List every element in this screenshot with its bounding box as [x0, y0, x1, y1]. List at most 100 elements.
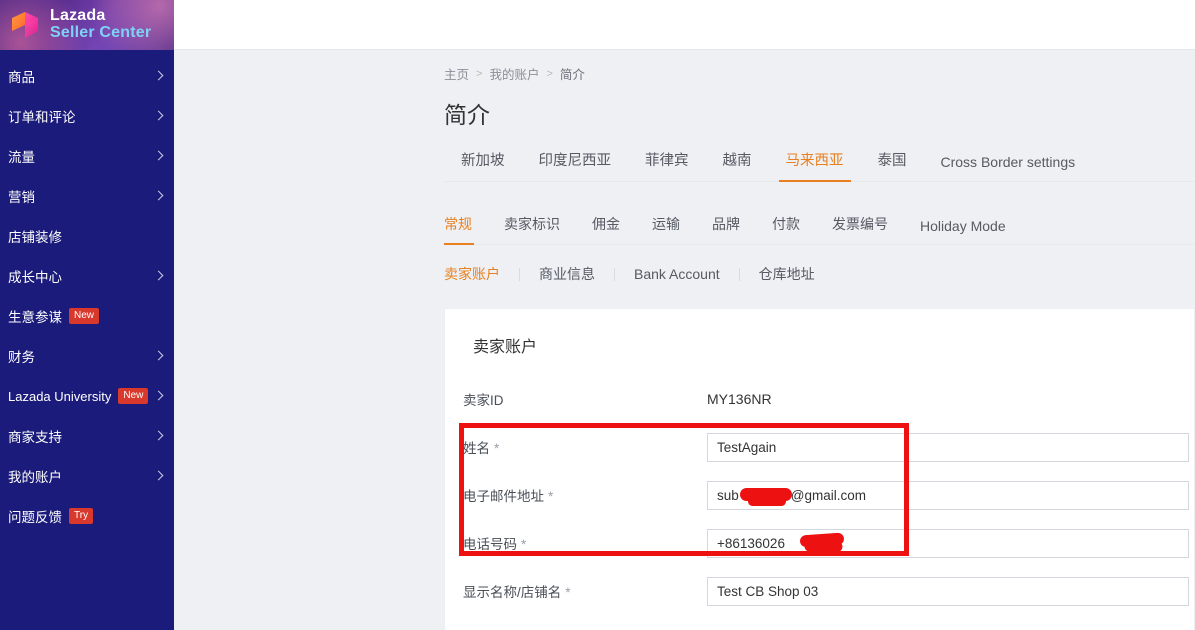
sidebar-item-label: 成长中心	[8, 270, 62, 285]
sidebar-item-traffic[interactable]: 流量	[0, 136, 174, 176]
tab-singapore[interactable]: 新加坡	[444, 149, 522, 181]
app-root: Lazada Seller Center 商品 订单和评论 流量 营销 店铺装修…	[0, 0, 1195, 630]
chevron-right-icon	[153, 270, 164, 281]
input-phone[interactable]: +86136026	[707, 528, 1189, 558]
label-text: 电话号码	[463, 537, 517, 552]
sidebar-item-products[interactable]: 商品	[0, 56, 174, 96]
label-text: 姓名	[463, 441, 490, 456]
tab-business-info[interactable]: 商业信息	[520, 266, 614, 282]
sidebar: Lazada Seller Center 商品 订单和评论 流量 营销 店铺装修…	[0, 0, 174, 630]
sidebar-item-marketing[interactable]: 营销	[0, 176, 174, 216]
redaction-mark-email	[740, 487, 792, 506]
tab-brand[interactable]: 品牌	[696, 214, 756, 244]
sidebar-item-label: 生意参谋	[8, 310, 62, 325]
brand-text: Lazada Seller Center	[50, 8, 151, 41]
sidebar-item-label: Lazada University	[8, 388, 112, 404]
input-name[interactable]: TestAgain	[707, 432, 1189, 462]
sidebar-item-label: 营销	[8, 190, 35, 205]
sidebar-item-label: 财务	[8, 350, 35, 365]
field-label-seller-id: 卖家ID	[463, 389, 707, 409]
tab-philippines[interactable]: 菲律宾	[628, 149, 706, 181]
tab-bank-account[interactable]: Bank Account	[615, 266, 739, 282]
card-title: 卖家账户	[473, 339, 538, 356]
tab-commission[interactable]: 佣金	[576, 214, 636, 244]
chevron-right-icon	[153, 150, 164, 161]
field-row-email: 电子邮件地址 * sub @gmail.com	[445, 471, 1194, 519]
sidebar-item-label: 商家支持	[8, 430, 62, 445]
account-section-tabs: 卖家账户 商业信息 Bank Account 仓库地址	[444, 262, 1195, 286]
input-display-name[interactable]: Test CB Shop 03	[707, 576, 1189, 606]
breadcrumb-current: 简介	[559, 68, 585, 82]
sidebar-item-finance[interactable]: 财务	[0, 336, 174, 376]
top-bar	[174, 0, 1195, 50]
seller-account-form: 卖家ID MY136NR 姓名 * TestAgain 电子邮件地址 * sub…	[445, 375, 1194, 615]
field-label-name: 姓名 *	[463, 437, 707, 457]
tab-shipping[interactable]: 运输	[636, 214, 696, 244]
sidebar-item-lazada-university[interactable]: Lazada University New	[0, 376, 174, 416]
sidebar-nav: 商品 订单和评论 流量 营销 店铺装修 成长中心 生意参谋 New 财务 Laz…	[0, 50, 174, 536]
input-name-value: TestAgain	[717, 439, 777, 455]
breadcrumb-home[interactable]: 主页	[444, 64, 469, 83]
sidebar-item-label: 商品	[8, 70, 35, 85]
tab-payment[interactable]: 付款	[756, 214, 816, 244]
field-row-phone: 电话号码 * +86136026	[445, 519, 1194, 567]
required-marker: *	[565, 585, 571, 600]
sidebar-item-label: 我的账户	[8, 470, 62, 485]
sidebar-item-business-advisor[interactable]: 生意参谋 New	[0, 296, 174, 336]
tab-cross-border-settings[interactable]: Cross Border settings	[924, 154, 1093, 181]
brand-line-1: Lazada	[50, 7, 106, 25]
breadcrumb: 主页 > 我的账户 > 简介	[444, 50, 1195, 83]
required-marker: *	[548, 489, 554, 504]
sidebar-item-label: 订单和评论	[8, 110, 76, 125]
tab-vietnam[interactable]: 越南	[706, 149, 769, 181]
brand-header[interactable]: Lazada Seller Center	[0, 0, 174, 50]
input-email-suffix: @gmail.com	[790, 487, 867, 503]
tab-seller-account[interactable]: 卖家账户	[444, 266, 519, 282]
sidebar-item-label: 流量	[8, 150, 35, 165]
field-value-seller-id: MY136NR	[707, 391, 772, 407]
tab-malaysia[interactable]: 马来西亚	[769, 149, 861, 182]
sidebar-item-growth-center[interactable]: 成长中心	[0, 256, 174, 296]
label-text: 卖家ID	[463, 393, 504, 408]
breadcrumb-my-account[interactable]: 我的账户	[489, 64, 539, 83]
tab-invoice-number[interactable]: 发票编号	[816, 214, 904, 244]
seller-account-card: 卖家账户 卖家ID MY136NR 姓名 * TestAgain 电子邮件地址 …	[444, 308, 1195, 630]
page-content: 主页 > 我的账户 > 简介 简介 新加坡 印度尼西亚 菲律宾 越南 马来西亚 …	[444, 50, 1195, 630]
tab-warehouse-address[interactable]: 仓库地址	[740, 266, 834, 282]
breadcrumb-separator: >	[546, 67, 553, 80]
required-marker: *	[494, 441, 500, 456]
tab-thailand[interactable]: 泰国	[861, 149, 924, 181]
input-email-prefix: sub	[717, 487, 739, 503]
sidebar-item-feedback[interactable]: 问题反馈 Try	[0, 496, 174, 536]
try-badge: Try	[69, 508, 94, 524]
page-title: 简介	[444, 102, 490, 128]
field-row-seller-id: 卖家ID MY136NR	[445, 375, 1194, 423]
sidebar-item-seller-support[interactable]: 商家支持	[0, 416, 174, 456]
sidebar-item-label: 问题反馈	[8, 510, 62, 525]
label-text: 电子邮件地址	[463, 489, 544, 504]
field-row-name: 姓名 * TestAgain	[445, 423, 1194, 471]
sidebar-item-label: 店铺装修	[8, 230, 62, 245]
page-area: 主页 > 我的账户 > 简介 简介 新加坡 印度尼西亚 菲律宾 越南 马来西亚 …	[174, 50, 1195, 630]
chevron-right-icon	[153, 190, 164, 201]
settings-tabs: 常规 卖家标识 佣金 运输 品牌 付款 发票编号 Holiday Mode	[444, 211, 1195, 245]
chevron-right-icon	[153, 390, 164, 401]
new-badge: New	[118, 388, 149, 404]
chevron-right-icon	[153, 350, 164, 361]
input-email[interactable]: sub @gmail.com	[707, 480, 1189, 510]
input-display-name-value: Test CB Shop 03	[717, 583, 819, 599]
tab-general[interactable]: 常规	[444, 214, 488, 245]
sidebar-item-store-decoration[interactable]: 店铺装修	[0, 216, 174, 256]
breadcrumb-separator: >	[476, 67, 483, 80]
tab-seller-identity[interactable]: 卖家标识	[488, 214, 576, 244]
tab-indonesia[interactable]: 印度尼西亚	[522, 149, 629, 181]
sidebar-item-orders-reviews[interactable]: 订单和评论	[0, 96, 174, 136]
country-tabs: 新加坡 印度尼西亚 菲律宾 越南 马来西亚 泰国 Cross Border se…	[444, 146, 1195, 182]
field-label-email: 电子邮件地址 *	[463, 485, 707, 505]
label-text: 显示名称/店铺名	[463, 585, 562, 600]
tab-holiday-mode[interactable]: Holiday Mode	[904, 218, 1022, 244]
chevron-right-icon	[153, 110, 164, 121]
required-marker: *	[521, 537, 527, 552]
sidebar-item-my-account[interactable]: 我的账户	[0, 456, 174, 496]
lazada-logo-icon	[9, 8, 43, 42]
